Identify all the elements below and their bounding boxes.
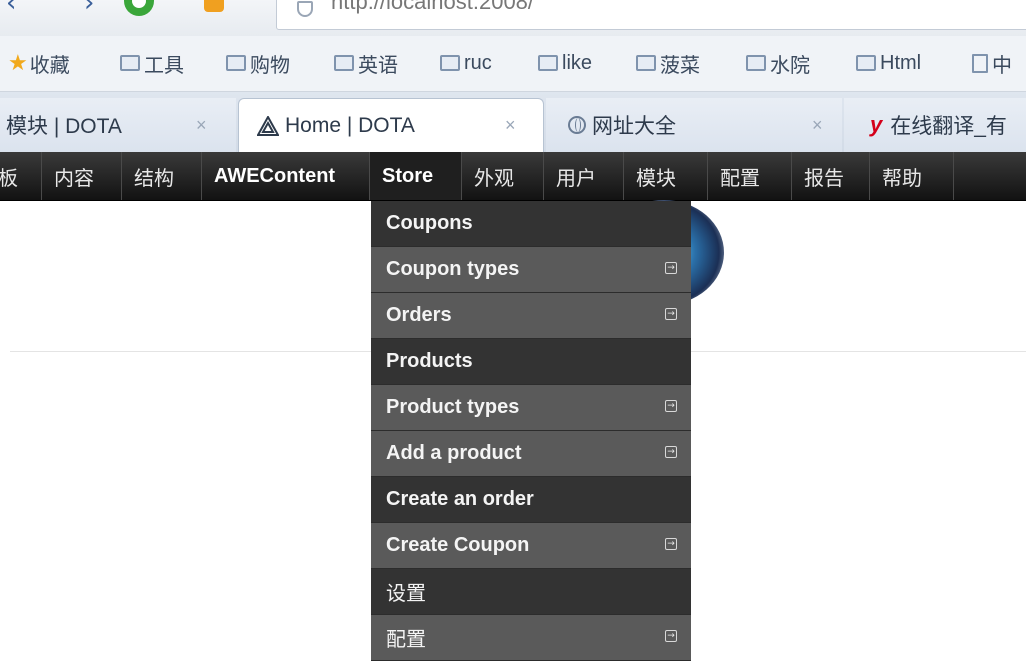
youdao-icon: y bbox=[870, 112, 883, 137]
tab-translate[interactable]: y 在线翻译_有 bbox=[844, 98, 1026, 152]
folder-icon bbox=[226, 55, 246, 71]
admin-item-help[interactable]: 帮助 bbox=[870, 152, 954, 200]
submenu-arrow-icon: → bbox=[665, 538, 677, 550]
tab-home[interactable]: Home | DOTA × bbox=[238, 98, 544, 152]
close-icon[interactable]: × bbox=[812, 115, 823, 136]
folder-icon bbox=[856, 55, 876, 71]
close-icon[interactable]: × bbox=[196, 115, 207, 136]
tab-modules[interactable]: 模块 | DOTA × bbox=[0, 98, 236, 152]
bookmark-item[interactable]: Html bbox=[856, 50, 921, 76]
admin-toolbar: 板 内容 结构 AWEContent Store 外观 用户 模块 配置 报告 … bbox=[0, 152, 1026, 201]
menu-item-coupons[interactable]: Coupons bbox=[371, 201, 691, 247]
menu-item-settings[interactable]: 设置 bbox=[371, 569, 691, 615]
folder-icon bbox=[440, 55, 460, 71]
submenu-arrow-icon: → bbox=[665, 308, 677, 320]
bookmark-item[interactable]: 工具 bbox=[120, 50, 184, 77]
submenu-arrow-icon: → bbox=[665, 400, 677, 412]
admin-item-configuration[interactable]: 配置 bbox=[708, 152, 792, 200]
star-icon: ★ bbox=[8, 50, 28, 76]
admin-item-structure[interactable]: 结构 bbox=[122, 152, 202, 200]
bookmark-item[interactable]: ★ 收藏 bbox=[8, 50, 70, 77]
menu-item-add-product[interactable]: Add a product → bbox=[371, 431, 691, 477]
shield-icon bbox=[297, 1, 313, 17]
menu-item-product-types[interactable]: Product types → bbox=[371, 385, 691, 431]
dota-logo-icon bbox=[256, 114, 280, 136]
browser-menu-icon[interactable] bbox=[204, 0, 224, 12]
bookmark-item[interactable]: ruc bbox=[440, 50, 492, 76]
forward-arrow-icon[interactable]: › bbox=[84, 0, 94, 18]
globe-icon bbox=[568, 116, 586, 134]
page-icon bbox=[972, 53, 988, 73]
submenu-arrow-icon: → bbox=[665, 630, 677, 642]
folder-icon bbox=[538, 55, 558, 71]
menu-item-create-coupon[interactable]: Create Coupon → bbox=[371, 523, 691, 569]
bookmark-item[interactable]: 菠菜 bbox=[636, 50, 700, 77]
bookmark-item[interactable]: 购物 bbox=[226, 50, 290, 77]
menu-item-configuration[interactable]: 配置 → bbox=[371, 615, 691, 661]
menu-item-products[interactable]: Products bbox=[371, 339, 691, 385]
admin-item-store[interactable]: Store bbox=[370, 152, 462, 200]
bookmark-item[interactable]: 中 bbox=[972, 50, 1012, 77]
submenu-arrow-icon: → bbox=[665, 262, 677, 274]
submenu-arrow-icon: → bbox=[665, 446, 677, 458]
admin-item-modules[interactable]: 模块 bbox=[624, 152, 708, 200]
folder-icon bbox=[120, 55, 140, 71]
bookmark-item[interactable]: 英语 bbox=[334, 50, 398, 77]
address-text[interactable]: http://localhost:2008/ bbox=[331, 0, 534, 15]
bookmark-item[interactable]: like bbox=[538, 50, 592, 76]
bookmarks-bar: ★ 收藏 工具 购物 英语 ruc like 菠菜 水院 Html 中 bbox=[0, 36, 1026, 92]
admin-item-content[interactable]: 内容 bbox=[42, 152, 122, 200]
store-dropdown-menu: Coupons Coupon types → Orders → Products… bbox=[371, 201, 691, 661]
admin-item-awecontent[interactable]: AWEContent bbox=[202, 152, 370, 200]
folder-icon bbox=[746, 55, 766, 71]
back-arrow-icon[interactable]: ‹ bbox=[6, 0, 16, 18]
tab-strip: 模块 | DOTA × Home | DOTA × 网址大全 × y 在线翻译_… bbox=[0, 92, 1026, 152]
folder-icon bbox=[334, 55, 354, 71]
bookmark-item[interactable]: 水院 bbox=[746, 50, 810, 77]
close-icon[interactable]: × bbox=[505, 115, 516, 136]
menu-item-orders[interactable]: Orders → bbox=[371, 293, 691, 339]
reload-icon[interactable] bbox=[124, 0, 154, 16]
admin-item-reports[interactable]: 报告 bbox=[792, 152, 870, 200]
browser-top-strip: ‹ › http://localhost:2008/ bbox=[0, 0, 1026, 36]
folder-icon bbox=[636, 55, 656, 71]
admin-item-people[interactable]: 用户 bbox=[544, 152, 624, 200]
menu-item-create-order[interactable]: Create an order bbox=[371, 477, 691, 523]
admin-item-dashboard[interactable]: 板 bbox=[0, 152, 42, 200]
tab-url-directory[interactable]: 网址大全 × bbox=[546, 98, 842, 152]
address-bar[interactable]: http://localhost:2008/ bbox=[276, 0, 1026, 30]
admin-item-appearance[interactable]: 外观 bbox=[462, 152, 544, 200]
menu-item-coupon-types[interactable]: Coupon types → bbox=[371, 247, 691, 293]
